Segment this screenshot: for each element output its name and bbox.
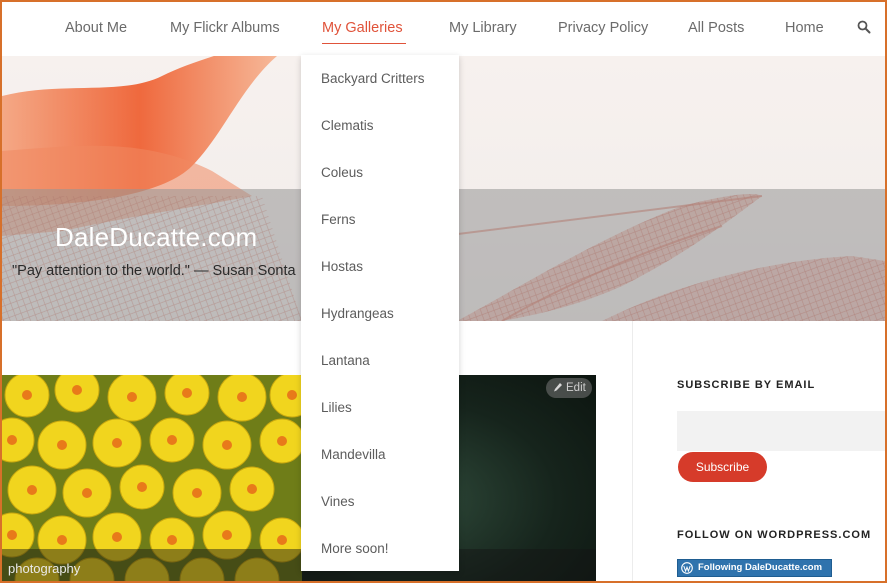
dropdown-item-coleus[interactable]: Coleus	[321, 165, 363, 180]
dropdown-item-hydrangeas[interactable]: Hydrangeas	[321, 306, 394, 321]
site-tagline: "Pay attention to the world." — Susan So…	[12, 263, 296, 279]
dropdown-item-lantana[interactable]: Lantana	[321, 353, 370, 368]
site-title[interactable]: DaleDucatte.com	[55, 222, 257, 253]
dropdown-item-backyard-critters[interactable]: Backyard Critters	[321, 71, 425, 86]
dropdown-item-hostas[interactable]: Hostas	[321, 259, 363, 274]
dropdown-item-clematis[interactable]: Clematis	[321, 118, 374, 133]
caption-bar	[2, 549, 596, 583]
post-category-link[interactable]: photography	[8, 561, 80, 576]
follow-button[interactable]: Following DaleDucatte.com	[677, 559, 832, 577]
dropdown-item-lilies[interactable]: Lilies	[321, 400, 352, 415]
dropdown-item-more-soon[interactable]: More soon!	[321, 541, 389, 556]
email-field[interactable]	[677, 411, 887, 451]
subscribe-widget-title: SUBSCRIBE BY EMAIL	[677, 379, 816, 391]
search-icon[interactable]	[857, 20, 871, 34]
nav-item-my-galleries[interactable]: My Galleries	[322, 20, 403, 36]
featured-post-image[interactable]	[2, 375, 596, 583]
active-nav-underline	[322, 43, 406, 44]
edit-button[interactable]: Edit	[546, 378, 592, 398]
sidebar-divider	[632, 321, 633, 583]
nav-item-all-posts[interactable]: All Posts	[688, 20, 744, 36]
dropdown-item-vines[interactable]: Vines	[321, 494, 355, 509]
follow-widget-title: FOLLOW ON WORDPRESS.COM	[677, 529, 872, 541]
nav-item-my-library[interactable]: My Library	[449, 20, 517, 36]
my-galleries-dropdown: Backyard Critters Clematis Coleus Ferns …	[301, 55, 459, 571]
pencil-icon	[554, 383, 562, 392]
nav-item-privacy-policy[interactable]: Privacy Policy	[558, 20, 648, 36]
top-navigation: About Me My Flickr Albums My Galleries M…	[0, 0, 887, 56]
follow-button-label: Following DaleDucatte.com	[698, 562, 823, 573]
edit-label: Edit	[566, 382, 586, 394]
subscribe-button[interactable]: Subscribe	[678, 452, 767, 482]
dropdown-item-mandevilla[interactable]: Mandevilla	[321, 447, 386, 462]
nav-item-home[interactable]: Home	[785, 20, 824, 36]
wordpress-icon	[681, 562, 693, 574]
nav-item-about-me[interactable]: About Me	[65, 20, 127, 36]
nav-item-my-flickr-albums[interactable]: My Flickr Albums	[170, 20, 280, 36]
dropdown-item-ferns[interactable]: Ferns	[321, 212, 356, 227]
